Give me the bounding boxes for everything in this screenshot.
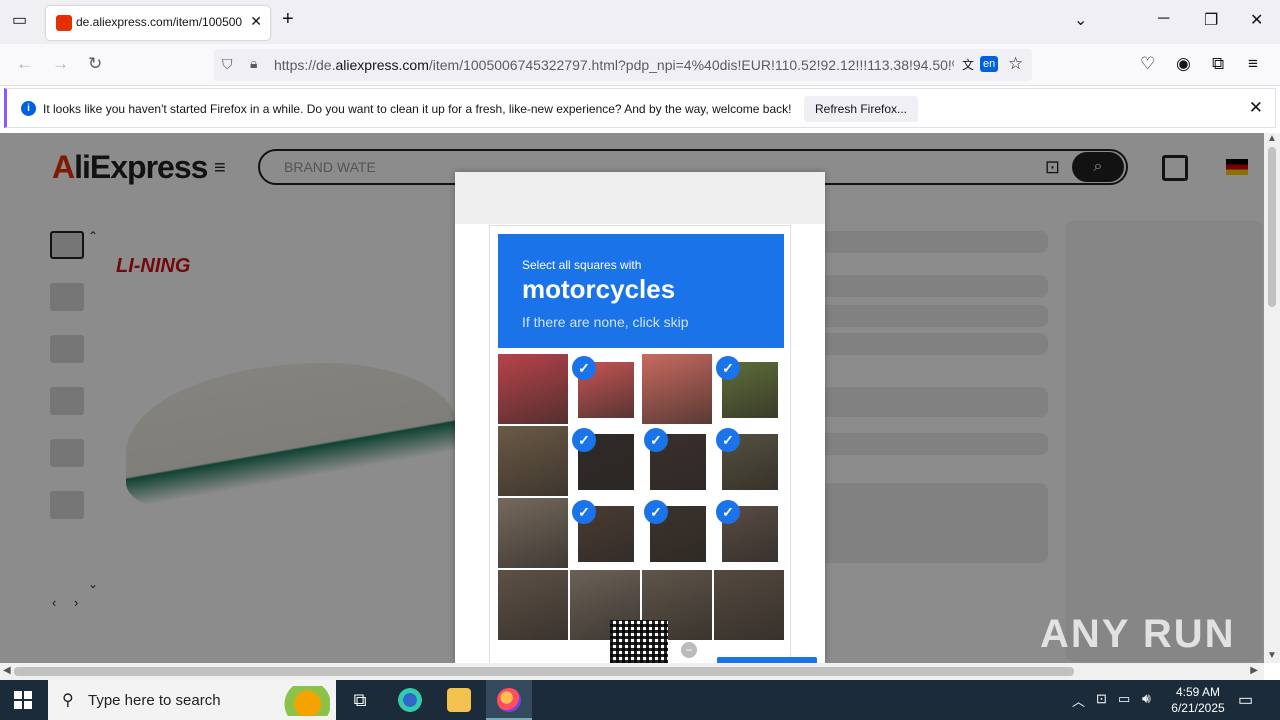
window-close-button[interactable]: ✕: [1250, 10, 1263, 30]
tray-chevron-icon[interactable]: ︿: [1072, 691, 1085, 710]
refresh-firefox-button[interactable]: Refresh Firefox...: [804, 96, 918, 122]
checkmark-icon: ✓: [716, 500, 740, 524]
lock-icon[interactable]: 🔒︎: [250, 55, 257, 72]
tab-aliexpress[interactable]: de.aliexpress.com/item/100500 ✕: [46, 6, 270, 40]
captcha-tile-image: [498, 426, 568, 496]
captcha-tile[interactable]: [642, 354, 712, 424]
checkmark-icon: ✓: [716, 356, 740, 380]
captcha-target-word: motorcycles: [522, 274, 676, 304]
translate-lang-badge: en: [980, 56, 999, 72]
new-tab-button[interactable]: +: [282, 8, 294, 31]
captcha-tile[interactable]: ✓: [642, 426, 712, 496]
vertical-scroll-thumb[interactable]: [1268, 147, 1276, 307]
captcha-tile[interactable]: ✓: [642, 498, 712, 568]
tab-close-icon[interactable]: ✕: [250, 13, 262, 30]
windows-taskbar: ⚲ Type here to search ⧉ ︿ ⊡ ▭ 🔊︎ 4:59 AM…: [0, 680, 1280, 720]
extensions-icon[interactable]: ⧉: [1212, 54, 1224, 74]
horizontal-scrollbar[interactable]: ◀ ▶: [0, 663, 1264, 680]
captcha-tile[interactable]: [498, 426, 568, 496]
scroll-up-icon[interactable]: ▲: [1267, 133, 1277, 144]
task-view-icon[interactable]: ⧉: [348, 688, 372, 712]
checkmark-icon: ✓: [572, 500, 596, 524]
translate-button[interactable]: 文 en: [962, 56, 1002, 76]
checkmark-icon: ✓: [572, 428, 596, 452]
captcha-tile-image: [714, 570, 784, 640]
network-icon[interactable]: ▭: [1118, 691, 1130, 707]
help-icon[interactable]: −: [681, 642, 697, 658]
file-explorer-icon[interactable]: [447, 688, 471, 712]
captcha-tile[interactable]: ✓: [570, 426, 640, 496]
shield-icon[interactable]: ⛉: [222, 56, 233, 73]
captcha-tile[interactable]: ✓: [714, 498, 784, 568]
back-arrow-icon[interactable]: ←: [16, 54, 33, 74]
captcha-tile[interactable]: [498, 354, 568, 424]
captcha-tile[interactable]: [498, 498, 568, 568]
tray-app-icon[interactable]: ⊡: [1096, 691, 1107, 707]
aliexpress-favicon-icon: [56, 15, 72, 31]
notification-center-icon[interactable]: ▭: [1238, 690, 1253, 710]
refresh-notification-bar: i It looks like you haven't started Fire…: [4, 88, 1276, 128]
clock-time: 4:59 AM: [1175, 685, 1221, 699]
volume-icon[interactable]: 🔊︎: [1142, 690, 1151, 707]
captcha-tile[interactable]: ✓: [714, 354, 784, 424]
captcha-tile[interactable]: [498, 570, 568, 640]
vertical-scrollbar[interactable]: ▲ ▼: [1264, 133, 1280, 663]
captcha-challenge: Select all squares with motorcycles If t…: [489, 225, 817, 671]
checkmark-icon: ✓: [644, 500, 668, 524]
captcha-prompt: Select all squares with motorcycles If t…: [498, 234, 784, 348]
firefox-taskbar-button[interactable]: [486, 680, 532, 720]
search-icon: ⚲: [62, 692, 74, 709]
windows-start-icon[interactable]: [14, 691, 32, 709]
anyrun-watermark: ANY RUN: [1040, 612, 1236, 656]
app-menu-icon[interactable]: ≡: [1248, 54, 1258, 74]
pocket-icon[interactable]: ♡: [1140, 54, 1155, 74]
clock-date: 6/21/2025: [1171, 701, 1225, 715]
forward-arrow-icon[interactable]: →: [52, 54, 69, 74]
window-minimize-button[interactable]: ─: [1158, 10, 1169, 28]
captcha-tile-image: [498, 570, 568, 640]
captcha-instruction: Select all squares with: [522, 258, 642, 272]
checkmark-icon: ✓: [572, 356, 596, 380]
url-bar[interactable]: ⛉ 🔒︎ https://de.aliexpress.com/item/1005…: [214, 49, 1032, 81]
taskbar-search-label: Type here to search: [88, 692, 221, 709]
captcha-tile[interactable]: ✓: [570, 498, 640, 568]
close-notification-icon[interactable]: ✕: [1249, 98, 1263, 118]
captcha-image-grid: ✓ ✓ ✓ ✓ ✓ ✓ ✓ ✓: [498, 354, 784, 640]
bookmark-star-icon[interactable]: ☆: [1008, 54, 1023, 74]
checkmark-icon: ✓: [716, 428, 740, 452]
captcha-tile[interactable]: ✓: [714, 426, 784, 496]
captcha-tile-image: [642, 354, 712, 424]
captcha-hint: If there are none, click skip: [522, 314, 689, 330]
scroll-down-icon[interactable]: ▼: [1267, 650, 1277, 661]
firefox-view-icon[interactable]: ▭: [12, 10, 27, 30]
url-text[interactable]: https://de.aliexpress.com/item/100500674…: [274, 57, 954, 73]
list-all-tabs-icon[interactable]: ⌄: [1074, 10, 1087, 30]
tab-title: de.aliexpress.com/item/100500: [76, 15, 243, 29]
tab-bar: ▭ de.aliexpress.com/item/100500 ✕ + ⌄ ─ …: [0, 0, 1280, 44]
scroll-left-icon[interactable]: ◀: [3, 665, 11, 676]
edge-browser-icon[interactable]: [398, 688, 422, 712]
captcha-tile[interactable]: ✓: [570, 354, 640, 424]
captcha-tile-image: [498, 354, 568, 424]
horizontal-scroll-thumb[interactable]: [14, 667, 1074, 676]
system-clock[interactable]: 4:59 AM 6/21/2025: [1166, 684, 1230, 716]
firefox-icon: [497, 688, 521, 712]
captcha-dialog: Select all squares with motorcycles If t…: [455, 172, 825, 671]
window-restore-button[interactable]: ❐: [1204, 10, 1218, 30]
info-icon: i: [21, 101, 36, 116]
search-highlight-image: [274, 686, 330, 716]
captcha-tile[interactable]: [714, 570, 784, 640]
scroll-right-icon[interactable]: ▶: [1250, 665, 1258, 676]
account-icon[interactable]: ◉: [1176, 54, 1191, 74]
translate-icon: 文: [962, 58, 975, 72]
notification-message: It looks like you haven't started Firefo…: [43, 102, 792, 116]
qr-code: [610, 620, 668, 663]
checkmark-icon: ✓: [644, 428, 668, 452]
captcha-dialog-header: [455, 172, 825, 224]
navigation-toolbar: ← → ↻ ⛉ 🔒︎ https://de.aliexpress.com/ite…: [0, 44, 1280, 86]
captcha-tile-image: [498, 498, 568, 568]
reload-icon[interactable]: ↻: [88, 54, 102, 74]
taskbar-search-box[interactable]: ⚲ Type here to search: [48, 680, 336, 720]
